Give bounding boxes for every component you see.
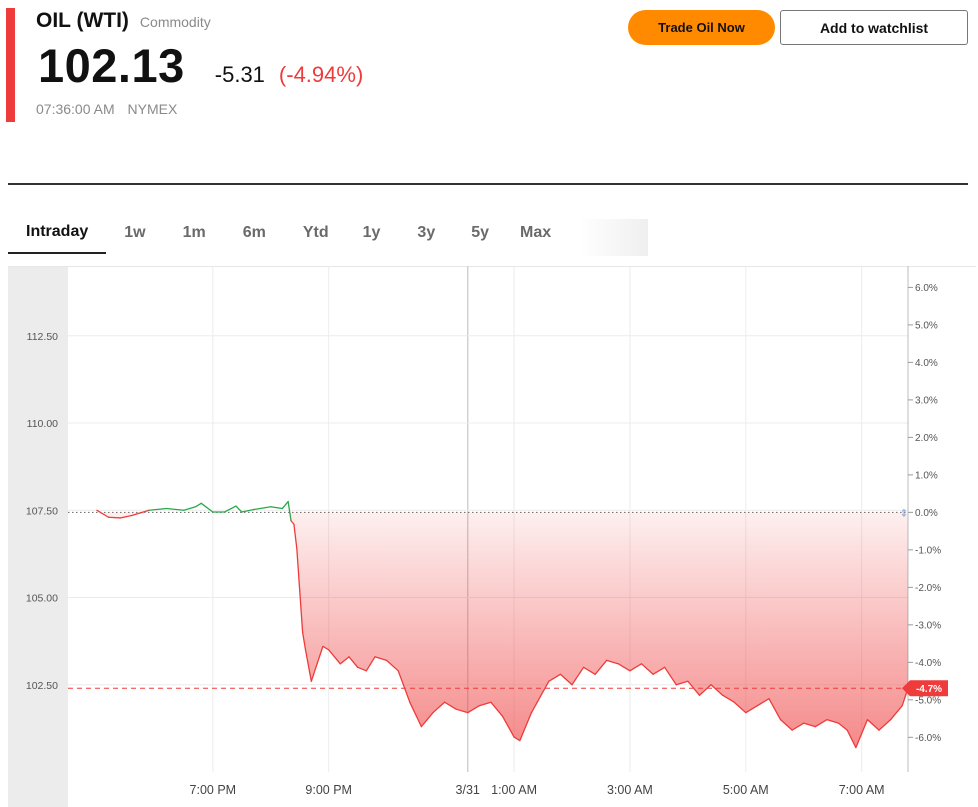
tabs-scroll-fade: [580, 219, 648, 256]
instrument-name: OIL (WTI): [36, 9, 129, 32]
chart-canvas[interactable]: 7:00 PM 9:00 PM 3/31 1:00 AM 3:00 AM 5:00 AM 7…: [8, 266, 976, 807]
y-right-tick-label: 0.0%: [915, 508, 938, 519]
y-right-tick-label: -3.0%: [915, 620, 941, 631]
y-right-tick-label: 1.0%: [915, 470, 938, 481]
series-line-segment: [194, 502, 202, 508]
x-tick-label: 9:00 PM: [305, 783, 352, 797]
y-right-tick-label: 6.0%: [915, 283, 938, 294]
y-tick-label: 107.50: [26, 505, 58, 517]
tab-ytd[interactable]: Ytd: [303, 212, 329, 254]
y-tick-label: 112.50: [27, 331, 58, 343]
x-tick-label: 1:00 AM: [491, 783, 537, 797]
price-change: -5.31: [214, 62, 265, 87]
y-right-tick-label: 4.0%: [915, 358, 938, 369]
x-tick-label: 3:00 AM: [607, 783, 653, 797]
tab-6m[interactable]: 6m: [243, 212, 266, 254]
y-tick-label: 110.00: [27, 418, 58, 430]
series-line-segment: [183, 506, 197, 511]
x-tick-label: 5:00 AM: [723, 783, 769, 797]
tab-1w[interactable]: 1w: [124, 212, 145, 254]
y-right-tick-label: 2.0%: [915, 433, 938, 444]
quote-time: 07:36:00 AM: [36, 101, 115, 117]
series-area-fill: [96, 512, 908, 748]
y-tick-label: 102.50: [26, 680, 58, 692]
tab-1m[interactable]: 1m: [183, 212, 206, 254]
quote-meta: 07:36:00 AM NYMEX: [36, 101, 177, 117]
price-row: 102.13 -5.31 (-4.94%): [38, 38, 363, 93]
x-tick-label: 3/31: [456, 783, 480, 797]
reference-handle-icon: ⇕: [900, 508, 908, 519]
price-direction-bar: [6, 8, 15, 122]
tab-intraday[interactable]: Intraday: [8, 212, 107, 254]
series-line-segment: [270, 506, 283, 510]
y-right-tick-label: 3.0%: [915, 395, 938, 406]
series-line-segment: [281, 500, 289, 510]
add-to-watchlist-button[interactable]: Add to watchlist: [780, 10, 968, 45]
series-line-segment: [223, 505, 237, 513]
y-right-tick-label: -6.0%: [915, 733, 941, 744]
y-tick-label: 105.00: [26, 593, 58, 605]
x-tick-label: 7:00 AM: [839, 783, 885, 797]
series-line-segment: [235, 505, 243, 513]
section-divider: [8, 183, 968, 185]
y-right-tick-label: -5.0%: [915, 695, 941, 706]
price-chart[interactable]: 7:00 PM 9:00 PM 3/31 1:00 AM 3:00 AM 5:00 AM 7…: [8, 266, 976, 807]
y-right-tick-label: 5.0%: [915, 320, 938, 331]
axis-corner: [8, 772, 68, 807]
y-right-tick-label: -4.0%: [915, 658, 941, 669]
series-line-segment: [287, 500, 292, 522]
timeframe-tabs: Intraday 1w 1m 6m Ytd 1y 3y 5y Max: [8, 212, 551, 256]
price-change-percent: (-4.94%): [278, 62, 364, 87]
quote-header: OIL (WTI) Commodity: [36, 9, 211, 33]
instrument-kind: Commodity: [139, 14, 211, 30]
series-line-segment: [107, 516, 121, 519]
series-line-segment: [252, 506, 272, 511]
trade-now-button[interactable]: Trade Oil Now: [628, 10, 775, 45]
tab-5y[interactable]: 5y: [471, 212, 489, 254]
x-tick-label: 7:00 PM: [190, 783, 237, 797]
last-price: 102.13: [38, 39, 185, 92]
y-right-tick-label: -1.0%: [915, 545, 941, 556]
tab-1y[interactable]: 1y: [363, 212, 381, 254]
y-right-tick-label: -2.0%: [915, 583, 941, 594]
left-axis-panel: [8, 266, 68, 807]
tab-3y[interactable]: 3y: [417, 212, 435, 254]
current-change-label: -4.7%: [916, 684, 942, 695]
tab-max[interactable]: Max: [520, 212, 551, 254]
quote-exchange: NYMEX: [127, 101, 178, 117]
